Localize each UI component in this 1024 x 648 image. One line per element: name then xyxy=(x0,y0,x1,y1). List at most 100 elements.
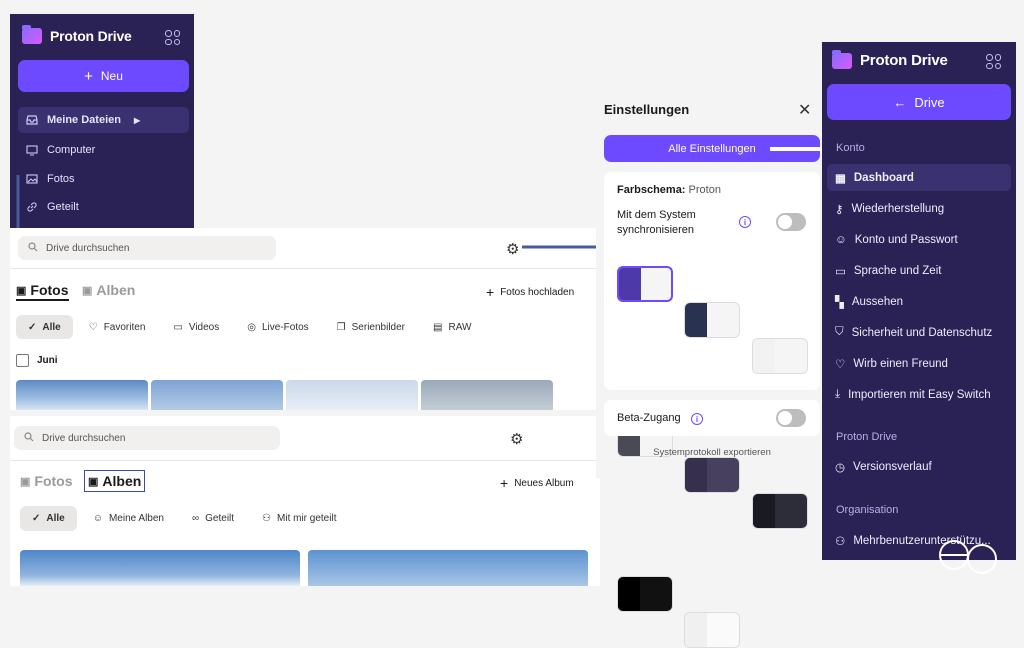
proton-drive-logo-icon xyxy=(832,49,852,69)
nav-label: Konto und Passwort xyxy=(854,233,958,246)
filter-label: Videos xyxy=(188,321,220,333)
album-thumbnail[interactable] xyxy=(308,550,588,586)
close-icon[interactable]: ✕ xyxy=(798,100,811,120)
filter-label: Alle xyxy=(46,513,65,524)
color-scheme-row: Farbschema: Proton xyxy=(617,184,721,196)
dashboard-icon: ▦ xyxy=(835,172,846,185)
tab-fotos[interactable]: ▣ Fotos xyxy=(20,473,73,489)
divider xyxy=(10,460,600,461)
sidebar-item-computer[interactable]: Computer xyxy=(26,142,95,158)
nav-dashboard[interactable]: ▦ Dashboard xyxy=(827,164,1011,191)
filter-live-fotos[interactable]: ◎ Live-Fotos xyxy=(235,315,320,339)
photos-view: Drive durchsuchen ⚙ ▣ Fotos ▣ Alben + Fo… xyxy=(10,228,600,410)
filter-label: Alle xyxy=(42,321,61,333)
photo-thumbnail[interactable] xyxy=(286,380,418,410)
filter-meine-alben[interactable]: ☺ Meine Alben xyxy=(81,506,176,531)
section-proton-drive: Proton Drive xyxy=(836,431,898,443)
upload-photos-button[interactable]: + Fotos hochladen xyxy=(486,284,574,300)
album-thumbnail[interactable] xyxy=(20,550,300,586)
filter-favoriten[interactable]: ♡ Favoriten xyxy=(77,315,158,339)
filter-geteilt[interactable]: ∞ Geteilt xyxy=(180,506,246,531)
new-button[interactable]: + Neu xyxy=(18,60,189,92)
filter-alle[interactable]: ✓ Alle xyxy=(16,315,73,339)
image-icon: ▣ xyxy=(16,284,27,297)
video-icon: ▭ xyxy=(173,321,183,333)
theme-swatch[interactable] xyxy=(752,493,808,529)
nav-konto-passwort[interactable]: ☺ Konto und Passwort xyxy=(827,226,1011,253)
photo-thumbnail[interactable] xyxy=(421,380,553,410)
settings-gear-icon[interactable]: ⚙ xyxy=(506,240,519,258)
brand-logo[interactable]: Proton Drive xyxy=(832,49,948,69)
apps-grid-icon[interactable] xyxy=(986,54,1001,69)
sidebar-item-fotos[interactable]: Fotos xyxy=(26,171,75,187)
nav-wiederherstellung[interactable]: ⚷ Wiederherstellung xyxy=(827,195,1011,222)
info-icon[interactable]: i xyxy=(739,216,751,228)
filter-label: Meine Alben xyxy=(108,513,164,524)
nav-label: Wirb einen Freund xyxy=(853,357,948,370)
filter-bar: ✓ Alle ☺ Meine Alben ∞ Geteilt ⚇ Mit mir get… xyxy=(20,506,348,531)
filter-videos[interactable]: ▭ Videos xyxy=(161,315,231,339)
search-bar[interactable]: Drive durchsuchen xyxy=(18,236,276,260)
brand-logo[interactable]: Proton Drive xyxy=(22,25,132,44)
monitor-icon xyxy=(26,144,38,156)
search-icon xyxy=(24,431,34,445)
section-konto: Konto xyxy=(836,142,865,154)
nav-label: Sicherheit und Datenschutz xyxy=(851,326,993,339)
all-settings-label: Alle Einstellungen xyxy=(668,142,756,155)
live-photo-icon: ◎ xyxy=(247,321,256,333)
theme-swatch[interactable] xyxy=(617,576,673,612)
theme-swatch-proton[interactable] xyxy=(617,266,673,302)
filter-label: Geteilt xyxy=(205,513,235,524)
nav-label: Versionsverlauf xyxy=(853,460,932,473)
nav-sicherheit[interactable]: ⛉ Sicherheit und Datenschutz xyxy=(827,319,1011,346)
image-icon: ▣ xyxy=(20,475,31,488)
filter-raw[interactable]: ▤ RAW xyxy=(421,315,483,339)
shield-icon: ⛉ xyxy=(835,326,844,338)
photo-thumbnail[interactable] xyxy=(151,380,283,410)
nav-sprache-zeit[interactable]: ▭ Sprache und Zeit xyxy=(827,257,1011,284)
new-album-button[interactable]: + Neues Album xyxy=(500,475,574,491)
theme-swatch[interactable] xyxy=(684,302,740,338)
apps-grid-icon[interactable] xyxy=(165,30,180,45)
info-icon[interactable]: i xyxy=(691,413,703,425)
theme-swatch[interactable] xyxy=(684,612,740,648)
sync-toggle[interactable] xyxy=(776,213,806,231)
filter-mit-mir-geteilt[interactable]: ⚇ Mit mir geteilt xyxy=(250,506,348,531)
chevron-right-icon[interactable]: ▶ xyxy=(134,116,140,125)
sync-label: Mit dem System synchronisieren xyxy=(617,209,696,236)
key-icon: ⚷ xyxy=(835,203,844,216)
nav-wirb-freund[interactable]: ♡ Wirb einen Freund xyxy=(827,350,1011,377)
nav-aussehen[interactable]: ▚ Aussehen xyxy=(827,288,1011,315)
month-group-header[interactable]: Juni xyxy=(16,354,58,367)
checkbox[interactable] xyxy=(16,354,29,367)
search-icon xyxy=(28,241,38,255)
sidebar-item-geteilt[interactable]: Geteilt xyxy=(26,199,79,215)
filter-label: Live-Fotos xyxy=(261,321,309,333)
photo-thumbnail[interactable] xyxy=(16,380,148,410)
filter-label: Mit mir geteilt xyxy=(277,513,337,524)
sidebar-item-meine-dateien[interactable]: Meine Dateien ▶ xyxy=(18,107,189,133)
search-bar[interactable]: Drive durchsuchen xyxy=(14,426,280,450)
settings-gear-icon[interactable]: ⚙ xyxy=(510,430,523,448)
tab-alben[interactable]: ▣ Alben xyxy=(84,470,146,492)
tab-fotos[interactable]: ▣ Fotos xyxy=(16,282,69,301)
tab-alben[interactable]: ▣ Alben xyxy=(82,282,135,298)
theme-swatch[interactable] xyxy=(684,457,740,493)
back-to-drive-button[interactable]: ← Drive xyxy=(827,84,1011,120)
account-nav: ▦ Dashboard ⚷ Wiederherstellung ☺ Konto und… xyxy=(827,164,1011,408)
filter-alle[interactable]: ✓ Alle xyxy=(20,506,77,531)
left-sidebar: Proton Drive + Neu Meine Dateien ▶ Compu… xyxy=(10,14,194,228)
album-icon: ▣ xyxy=(88,475,99,488)
beta-toggle[interactable] xyxy=(776,409,806,427)
proton-drive-logo-icon xyxy=(22,25,42,44)
heart-icon: ♡ xyxy=(88,321,98,333)
theme-swatch[interactable] xyxy=(752,338,808,374)
nav-easy-switch[interactable]: ⤓ Importieren mit Easy Switch xyxy=(827,381,1011,408)
filter-serienbilder[interactable]: ❐ Serienbilder xyxy=(325,315,417,339)
nav-versionsverlauf[interactable]: ◷ Versionsverlauf xyxy=(827,453,1011,480)
divider xyxy=(10,268,600,269)
brand-name: Proton Drive xyxy=(50,28,132,44)
new-button-label: Neu xyxy=(100,69,123,83)
export-log-link[interactable]: Systemprotokoll exportieren xyxy=(604,447,820,458)
link-icon: ∞ xyxy=(192,513,200,524)
